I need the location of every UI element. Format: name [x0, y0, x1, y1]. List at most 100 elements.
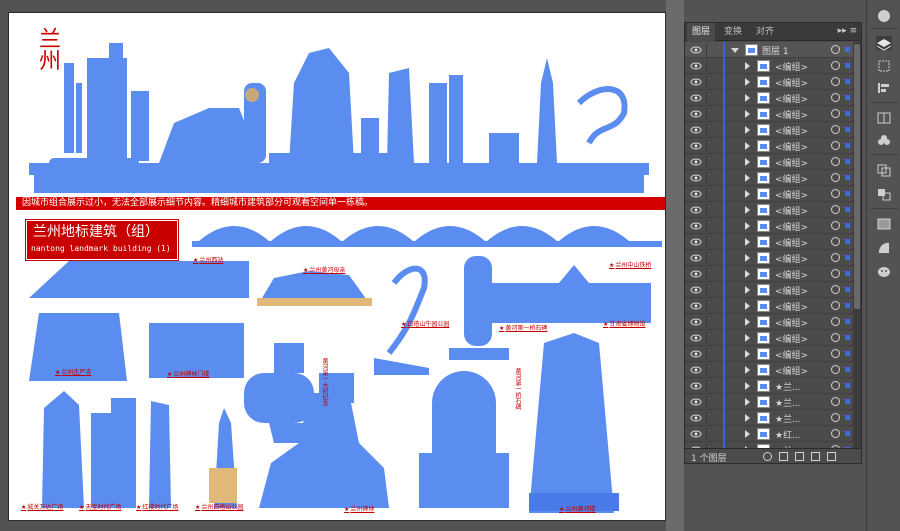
visibility-eye-icon[interactable]: [690, 60, 702, 72]
visibility-eye-icon[interactable]: [690, 284, 702, 296]
lock-toggle[interactable]: [706, 76, 716, 88]
lock-toggle[interactable]: [706, 300, 716, 312]
visibility-eye-icon[interactable]: [690, 156, 702, 168]
target-circle-icon[interactable]: [831, 365, 840, 374]
visibility-eye-icon[interactable]: [690, 412, 702, 424]
group-row[interactable]: <编组>: [685, 154, 853, 170]
lock-toggle[interactable]: [706, 92, 716, 104]
delete-layer-icon[interactable]: [827, 452, 836, 461]
expand-arrow-icon[interactable]: [745, 318, 750, 326]
visibility-eye-icon[interactable]: [690, 220, 702, 232]
visibility-eye-icon[interactable]: [690, 108, 702, 120]
group-row[interactable]: <编组>: [685, 202, 853, 218]
layer-name[interactable]: <编组>: [775, 268, 808, 281]
group-row[interactable]: <编组>: [685, 138, 853, 154]
visibility-eye-icon[interactable]: [690, 76, 702, 88]
visibility-eye-icon[interactable]: [690, 428, 702, 440]
target-circle-icon[interactable]: [831, 189, 840, 198]
target-circle-icon[interactable]: [831, 301, 840, 310]
lock-toggle[interactable]: [706, 332, 716, 344]
group-row[interactable]: <编组>: [685, 250, 853, 266]
expand-arrow-icon[interactable]: [745, 190, 750, 198]
lock-toggle[interactable]: [706, 412, 716, 424]
layer-name[interactable]: <编组>: [775, 92, 808, 105]
target-circle-icon[interactable]: [831, 429, 840, 438]
layer-scrollbar[interactable]: [853, 42, 861, 448]
target-circle-icon[interactable]: [831, 269, 840, 278]
new-sublayer-icon[interactable]: [795, 452, 804, 461]
selection-indicator[interactable]: [845, 399, 850, 404]
target-circle-icon[interactable]: [831, 61, 840, 70]
lock-toggle[interactable]: [706, 396, 716, 408]
locate-object-icon[interactable]: [763, 452, 772, 461]
target-circle-icon[interactable]: [831, 173, 840, 182]
target-circle-icon[interactable]: [831, 333, 840, 342]
expand-arrow-icon[interactable]: [745, 222, 750, 230]
expand-arrow-icon[interactable]: [745, 366, 750, 374]
target-circle-icon[interactable]: [831, 397, 840, 406]
target-circle-icon[interactable]: [831, 205, 840, 214]
layer-name[interactable]: <编组>: [775, 316, 808, 329]
lock-toggle[interactable]: [706, 428, 716, 440]
tab-align[interactable]: 对齐: [751, 23, 779, 41]
layer-name[interactable]: <编组>: [775, 236, 808, 249]
group-row[interactable]: <编组>: [685, 330, 853, 346]
group-row[interactable]: ★兰...: [685, 394, 853, 410]
group-row[interactable]: <编组>: [685, 170, 853, 186]
selection-indicator[interactable]: [845, 127, 850, 132]
expand-arrow-icon[interactable]: [745, 334, 750, 342]
group-row[interactable]: <编组>: [685, 346, 853, 362]
lock-toggle[interactable]: [706, 108, 716, 120]
transparency-icon[interactable]: [876, 240, 892, 254]
selection-indicator[interactable]: [845, 143, 850, 148]
selection-indicator[interactable]: [845, 335, 850, 340]
target-circle-icon[interactable]: [831, 381, 840, 390]
align-icon[interactable]: [876, 80, 892, 94]
selection-indicator[interactable]: [845, 367, 850, 372]
group-row[interactable]: <编组>: [685, 122, 853, 138]
group-row[interactable]: <编组>: [685, 186, 853, 202]
target-circle-icon[interactable]: [831, 93, 840, 102]
artboards-icon[interactable]: [876, 110, 892, 124]
visibility-eye-icon[interactable]: [690, 300, 702, 312]
lock-toggle[interactable]: [706, 236, 716, 248]
selection-indicator[interactable]: [845, 431, 850, 436]
group-row[interactable]: <编组>: [685, 298, 853, 314]
layer-name[interactable]: <编组>: [775, 364, 808, 377]
group-row[interactable]: <编组>: [685, 58, 853, 74]
visibility-eye-icon[interactable]: [690, 268, 702, 280]
visibility-eye-icon[interactable]: [690, 188, 702, 200]
lock-toggle[interactable]: [706, 364, 716, 376]
target-circle-icon[interactable]: [831, 77, 840, 86]
expand-arrow-icon[interactable]: [745, 174, 750, 182]
group-row[interactable]: <编组>: [685, 266, 853, 282]
expand-arrow-icon[interactable]: [745, 430, 750, 438]
layer-name[interactable]: <编组>: [775, 188, 808, 201]
target-circle-icon[interactable]: [831, 253, 840, 262]
lock-toggle[interactable]: [706, 268, 716, 280]
color-icon[interactable]: [876, 8, 892, 22]
group-row[interactable]: ★兰...: [685, 410, 853, 426]
gradient-icon[interactable]: [876, 216, 892, 230]
visibility-eye-icon[interactable]: [690, 332, 702, 344]
target-circle-icon[interactable]: [831, 141, 840, 150]
group-row[interactable]: <编组>: [685, 90, 853, 106]
visibility-eye-icon[interactable]: [690, 396, 702, 408]
collapse-arrow-icon[interactable]: [731, 48, 739, 53]
appearance-icon[interactable]: [876, 186, 892, 201]
visibility-eye-icon[interactable]: [690, 140, 702, 152]
brushes-icon[interactable]: [876, 264, 892, 278]
target-circle-icon[interactable]: [831, 221, 840, 230]
layer-name[interactable]: ★红...: [775, 428, 801, 441]
layers-icon[interactable]: [876, 36, 892, 51]
layer-name[interactable]: <编组>: [775, 220, 808, 233]
visibility-eye-icon[interactable]: [690, 316, 702, 328]
expand-arrow-icon[interactable]: [745, 286, 750, 294]
panel-menu-icon[interactable]: ▸▸ ≡: [838, 26, 857, 36]
expand-arrow-icon[interactable]: [745, 270, 750, 278]
layer-name[interactable]: <编组>: [775, 76, 808, 89]
visibility-eye-icon[interactable]: [690, 252, 702, 264]
layer-name[interactable]: <编组>: [775, 332, 808, 345]
group-row[interactable]: ★兰...: [685, 378, 853, 394]
layer-list[interactable]: 图层 1 <编组> <编组> <编组> <编组> <编组> <编组> <编组> <编组> <编组>…: [685, 42, 853, 448]
